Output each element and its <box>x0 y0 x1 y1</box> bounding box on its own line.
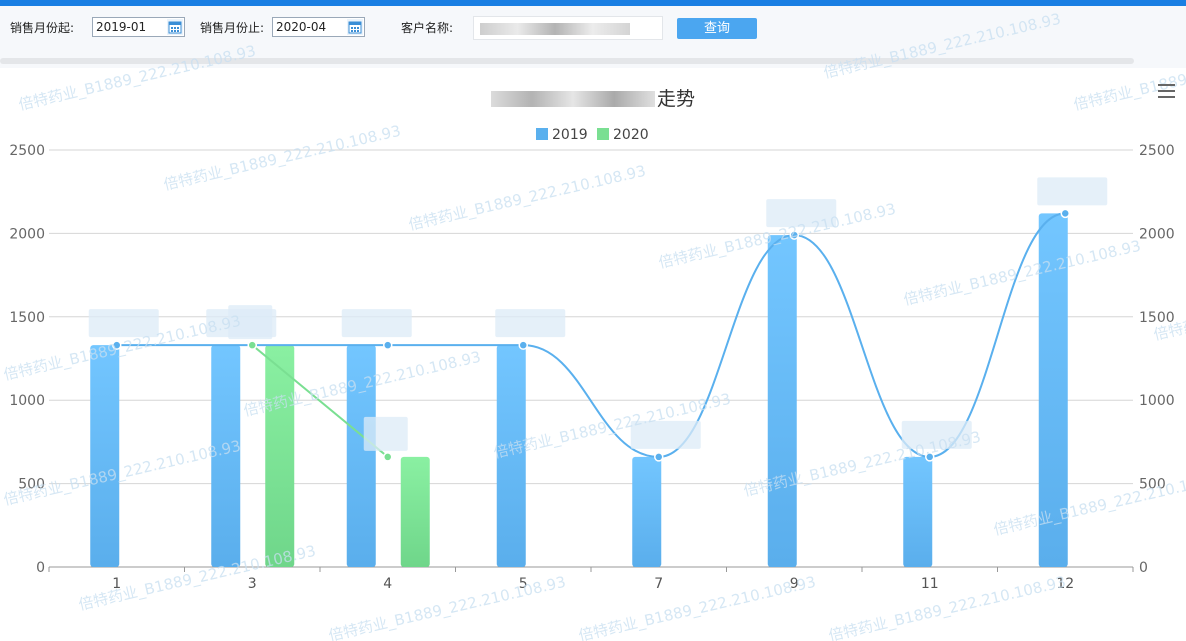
legend-swatch <box>597 128 609 140</box>
y-tick-label-right: 0 <box>1139 560 1148 576</box>
x-tick-label: 3 <box>248 576 257 592</box>
redacted-value-label <box>363 416 408 451</box>
watermark-text: 倍特药业_B1889_222.210.108.93 <box>162 122 403 195</box>
y-tick-label-right: 2500 <box>1139 143 1175 159</box>
chart-title-suffix: 走势 <box>656 88 695 110</box>
bar-2019 <box>767 235 797 567</box>
watermark-text: 倍特药业_B1889_222.210.108.93 <box>902 237 1143 310</box>
bar-2020 <box>265 345 295 567</box>
watermark-text: 倍特药业_B1889_222.210.108.93 <box>827 573 1068 641</box>
point-2020 <box>383 452 393 462</box>
watermark-text: 倍特药业_B1889_222.210.108.93 <box>1152 272 1186 345</box>
watermark-text: 倍特药业_B1889_222.210.108.93 <box>327 573 568 641</box>
y-tick-label-right: 1000 <box>1139 393 1175 409</box>
chart-title: 走势 <box>0 86 1186 112</box>
watermark-text: 倍特药业_B1889_222.210.108.93 <box>2 437 243 510</box>
redacted-value-label <box>341 309 412 338</box>
hamburger-menu-icon[interactable] <box>1158 84 1176 98</box>
x-tick-label: 7 <box>654 576 663 592</box>
legend-label: 2020 <box>613 127 649 143</box>
x-tick-label: 4 <box>383 576 392 592</box>
bar-2019 <box>632 456 662 567</box>
point-2019 <box>518 340 528 350</box>
watermark-text: 倍特药业_B1889_222.210.108.93 <box>407 162 648 235</box>
x-tick-label: 11 <box>921 576 939 592</box>
legend-label: 2019 <box>552 127 588 143</box>
watermark-text: 倍特药业_B1889_222.210.108.93 <box>577 573 818 641</box>
watermark-text: 倍特药业_B1889_222.210.108.93 <box>822 10 1063 83</box>
legend-swatch <box>536 128 548 140</box>
bar-2019 <box>903 456 933 567</box>
point-2019 <box>654 452 664 462</box>
redacted-value-label <box>495 309 566 338</box>
y-tick-label-left: 2500 <box>9 143 45 159</box>
point-2019 <box>1060 208 1070 219</box>
point-2020 <box>247 340 257 350</box>
y-tick-label-left: 0 <box>36 560 45 576</box>
bar-2020 <box>400 456 430 567</box>
redacted-title-text <box>490 91 655 107</box>
y-tick-label-left: 1000 <box>9 393 45 409</box>
y-tick-label-right: 2000 <box>1139 226 1175 242</box>
redacted-value-label <box>1037 177 1108 206</box>
y-tick-label-left: 1500 <box>9 310 45 326</box>
point-2019 <box>383 340 393 350</box>
y-tick-label-left: 2000 <box>9 226 45 242</box>
bar-2019 <box>90 345 120 567</box>
